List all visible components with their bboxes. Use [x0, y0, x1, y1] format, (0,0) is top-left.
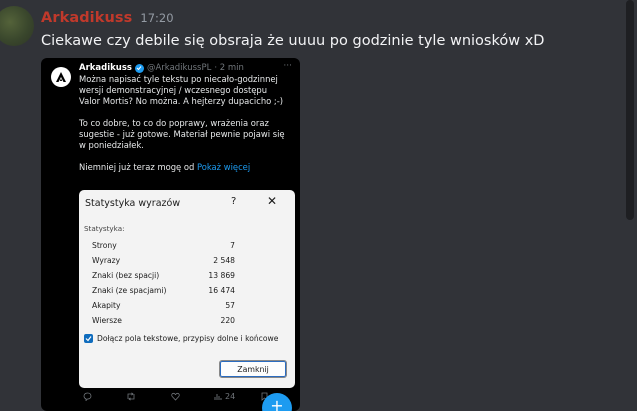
checkbox-label: Dołącz pola tekstowe, przypisy dolne i k… [97, 334, 279, 343]
tweet-header: Arkadikuss @ArkadikussPL · 2 min [79, 63, 244, 73]
word-count-dialog: Statystyka wyrazów ? ✕ Statystyka: Stron… [79, 190, 295, 388]
stat-row: Strony 7 [92, 240, 235, 255]
stat-value: 16 474 [208, 286, 235, 295]
include-textboxes-checkbox-row: Dołącz pola tekstowe, przypisy dolne i k… [84, 334, 278, 343]
views-count: 24 [225, 392, 236, 401]
tweet-age: · 2 min [214, 63, 244, 73]
tweet-body: Można napisać tyle tekstu po niecało-god… [79, 74, 294, 184]
message-header: Arkadikuss 17:20 [41, 10, 174, 26]
stat-value: 220 [220, 316, 236, 325]
tweet-line: sugestie - już gotowe. Materiał pewnie p… [79, 129, 285, 139]
tweet-paragraph: To co dobre, to co do poprawy, wrażenia … [79, 118, 294, 151]
message-timestamp: 17:20 [140, 11, 174, 25]
retweet-icon [126, 392, 136, 401]
verified-badge-icon [134, 63, 144, 73]
tweet-line: To co dobre, to co do poprawy, wrażenia … [79, 118, 269, 128]
like-icon [171, 392, 180, 401]
stat-value: 2 548 [213, 256, 235, 265]
show-more-link: Pokaż więcej [196, 162, 251, 172]
more-options-icon: ··· [283, 61, 292, 71]
tweet-paragraph: Można napisać tyle tekstu po niecało-god… [79, 74, 294, 107]
stat-value: 13 869 [208, 271, 235, 280]
checkbox-checked-icon [84, 334, 93, 343]
stat-label: Znaki (bez spacji) [92, 271, 160, 280]
stat-label: Akapity [92, 301, 121, 310]
tweet-screenshot-embed[interactable]: Arkadikuss @ArkadikussPL · 2 min ··· Moż… [41, 58, 300, 411]
stat-row: Wiersze 220 [92, 315, 235, 330]
stat-row: Znaki (ze spacjami) 16 474 [92, 285, 235, 300]
stat-label: Wiersze [92, 316, 122, 325]
tweet-author-name: Arkadikuss [79, 63, 132, 73]
tweet-line: Można napisać tyle tekstu po niecało-god… [79, 74, 278, 84]
stat-value: 57 [225, 301, 235, 310]
close-icon: ✕ [267, 194, 278, 208]
stat-value: 7 [230, 241, 235, 250]
help-icon: ? [231, 196, 237, 207]
statistics-list: Strony 7 Wyrazy 2 548 Znaki (bez spacji) 13… [92, 240, 235, 330]
tweet-paragraph: Niemniej już teraz mogę od Pokaż więcej [79, 162, 294, 173]
statistics-heading: Statystyka: [84, 224, 125, 233]
stat-row: Znaki (bez spacji) 13 869 [92, 270, 235, 285]
profile-logo-icon [51, 67, 71, 87]
message-author[interactable]: Arkadikuss [41, 10, 132, 26]
avatar[interactable] [0, 6, 34, 46]
tweet-line: Valor Mortis? No można. A hejterzy dupac… [79, 96, 284, 106]
reply-icon [83, 392, 92, 401]
stat-row: Akapity 57 [92, 300, 235, 315]
stat-label: Strony [92, 241, 117, 250]
stat-label: Wyrazy [92, 256, 121, 265]
stat-row: Wyrazy 2 548 [92, 255, 235, 270]
dialog-title: Statystyka wyrazów [85, 198, 181, 209]
message-text: Ciekawe czy debile się obsraja że uuuu p… [41, 33, 545, 49]
close-button: Zamknij [219, 360, 287, 378]
tweet-line: wersji demonstracyjnej / wczesnego dostę… [79, 85, 268, 95]
scrollbar[interactable] [626, 0, 634, 220]
stat-label: Znaki (ze spacjami) [92, 286, 167, 295]
tweet-line: Niemniej już teraz mogę od [79, 162, 195, 172]
tweet-line: w poniedziałek. [79, 140, 144, 150]
tweet-handle: @ArkadikussPL [146, 63, 212, 73]
views-icon: 24 [214, 392, 235, 401]
